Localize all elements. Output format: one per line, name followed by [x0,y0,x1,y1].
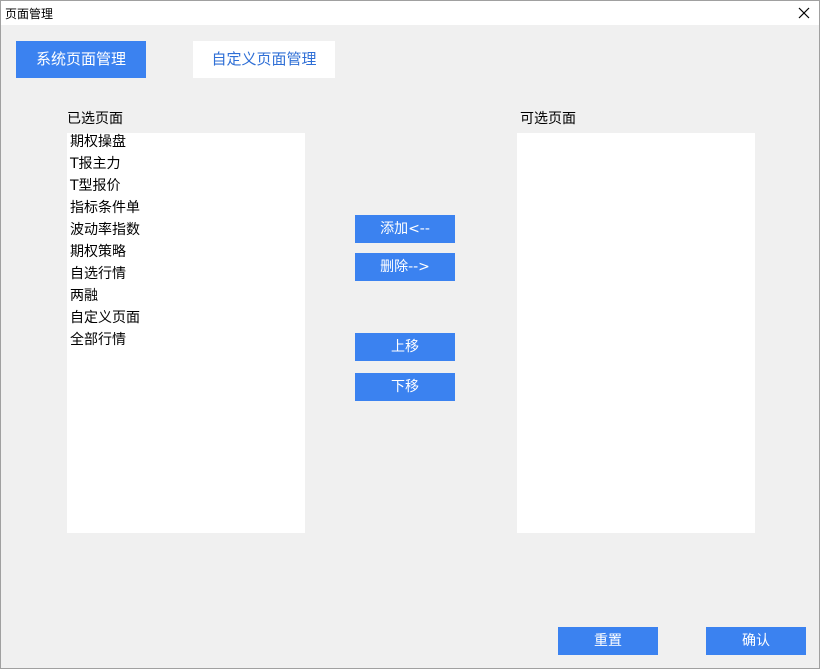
add-button[interactable]: 添加<-- [355,215,455,243]
close-icon [798,7,810,19]
list-item[interactable]: 指标条件单 [67,199,305,221]
list-item[interactable]: T报主力 [67,155,305,177]
remove-button[interactable]: 删除--> [355,253,455,281]
move-up-button[interactable]: 上移 [355,333,455,361]
page-management-dialog: 页面管理 系统页面管理 自定义页面管理 已选页面 期权操盘 T报主力 T型报价 … [0,0,820,669]
list-item[interactable]: 全部行情 [67,331,305,353]
selected-pages-label: 已选页面 [67,111,123,127]
title-bar: 页面管理 [1,1,819,25]
reset-button[interactable]: 重置 [558,627,658,655]
list-item[interactable]: 自定义页面 [67,309,305,331]
list-item[interactable]: T型报价 [67,177,305,199]
list-item[interactable]: 两融 [67,287,305,309]
available-pages-list[interactable] [517,133,755,533]
list-item[interactable]: 期权操盘 [67,133,305,155]
tab-custom-pages[interactable]: 自定义页面管理 [193,41,335,78]
window-title: 页面管理 [5,7,54,21]
available-pages-label: 可选页面 [520,111,576,127]
selected-pages-list[interactable]: 期权操盘 T报主力 T型报价 指标条件单 波动率指数 期权策略 自选行情 两融 … [67,133,305,533]
close-button[interactable] [793,3,815,23]
tab-system-pages[interactable]: 系统页面管理 [16,41,146,78]
list-item[interactable]: 期权策略 [67,243,305,265]
list-item[interactable]: 波动率指数 [67,221,305,243]
confirm-button[interactable]: 确认 [706,627,806,655]
list-item[interactable]: 自选行情 [67,265,305,287]
move-down-button[interactable]: 下移 [355,373,455,401]
